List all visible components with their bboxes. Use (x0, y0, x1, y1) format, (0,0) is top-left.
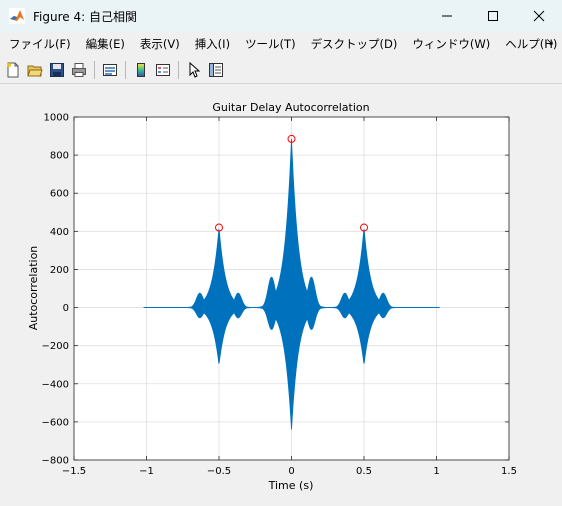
colorbar-icon (137, 63, 145, 77)
figure-toolbar (0, 57, 562, 84)
toolbar-separator (125, 61, 126, 79)
legend-icon (156, 64, 170, 76)
print-button[interactable] (70, 61, 88, 79)
title-bar: Figure 4: 自己相関 (0, 0, 562, 32)
x-tick-labels: −1.5 −1 −0.5 0 0.5 1 1.5 (62, 466, 517, 477)
x-tick-label: −0.5 (207, 466, 231, 477)
y-tick-labels: −800 −600 −400 −200 0 200 400 600 800 1000 (42, 113, 69, 467)
link-plot-button[interactable] (101, 61, 119, 79)
menu-window[interactable]: ウィンドウ(W) (412, 36, 490, 52)
y-tick-label: 1000 (44, 113, 69, 124)
menu-file[interactable]: ファイル(F) (9, 36, 71, 52)
colorbar-button[interactable] (132, 61, 150, 79)
y-axis-label: Autocorrelation (27, 246, 40, 331)
open-file-icon (27, 65, 43, 77)
toolbar-separator (178, 61, 179, 79)
x-tick-label: 0.5 (356, 466, 372, 477)
property-inspector-button[interactable] (207, 61, 225, 79)
chart-svg: −1.5 −1 −0.5 0 0.5 1 1.5 −800 −600 −400 −200 0 200 4… (27, 101, 517, 492)
y-tick-label: −800 (42, 456, 69, 467)
window-controls (424, 0, 562, 32)
x-tick-label: −1 (139, 466, 154, 477)
minimize-button[interactable] (424, 0, 470, 32)
link-plot-icon (103, 64, 117, 76)
minimize-icon (442, 15, 452, 17)
new-figure-button[interactable] (4, 61, 22, 79)
matlab-logo-icon (9, 8, 25, 24)
close-icon (533, 10, 545, 22)
y-tick-label: 600 (50, 189, 69, 200)
x-tick-label: 1.5 (501, 466, 517, 477)
x-axis-label: Time (s) (268, 479, 314, 492)
maximize-icon (488, 11, 498, 21)
x-tick-label: 1 (433, 466, 439, 477)
figure-area: −1.5 −1 −0.5 0 0.5 1 1.5 −800 −600 −400 −200 0 200 4… (0, 84, 562, 506)
menu-insert[interactable]: 挿入(I) (195, 36, 230, 52)
y-tick-label: 0 (63, 303, 69, 314)
save-button[interactable] (48, 61, 66, 79)
menu-tools[interactable]: ツール(T) (245, 36, 296, 52)
y-tick-label: −400 (42, 379, 69, 390)
x-tick-label: −1.5 (62, 466, 86, 477)
y-tick-label: 800 (50, 151, 69, 162)
chart-title: Guitar Delay Autocorrelation (212, 101, 369, 114)
y-tick-label: −200 (42, 341, 69, 352)
close-button[interactable] (516, 0, 562, 32)
edit-plot-icon (189, 62, 201, 78)
window-title: Figure 4: 自己相関 (33, 9, 137, 24)
property-inspector-icon (209, 63, 223, 77)
new-figure-icon (7, 62, 19, 78)
menu-bar: ファイル(F) 編集(E) 表示(V) 挿入(I) ツール(T) デスクトップ(… (0, 33, 562, 55)
menu-view[interactable]: 表示(V) (140, 36, 180, 52)
y-tick-label: 400 (50, 227, 69, 238)
x-tick-label: 0 (288, 466, 294, 477)
maximize-button[interactable] (470, 0, 516, 32)
y-tick-label: 200 (50, 265, 69, 276)
menu-edit[interactable]: 編集(E) (86, 36, 125, 52)
menu-overflow-icon[interactable]: ↘ (546, 37, 554, 48)
toolbar-separator (94, 61, 95, 79)
legend-button[interactable] (154, 61, 172, 79)
open-file-button[interactable] (26, 61, 44, 79)
edit-plot-button[interactable] (185, 61, 203, 79)
print-icon (72, 63, 86, 77)
y-tick-label: −600 (42, 417, 69, 428)
menu-desktop[interactable]: デスクトップ(D) (311, 36, 398, 52)
save-icon (50, 63, 64, 77)
